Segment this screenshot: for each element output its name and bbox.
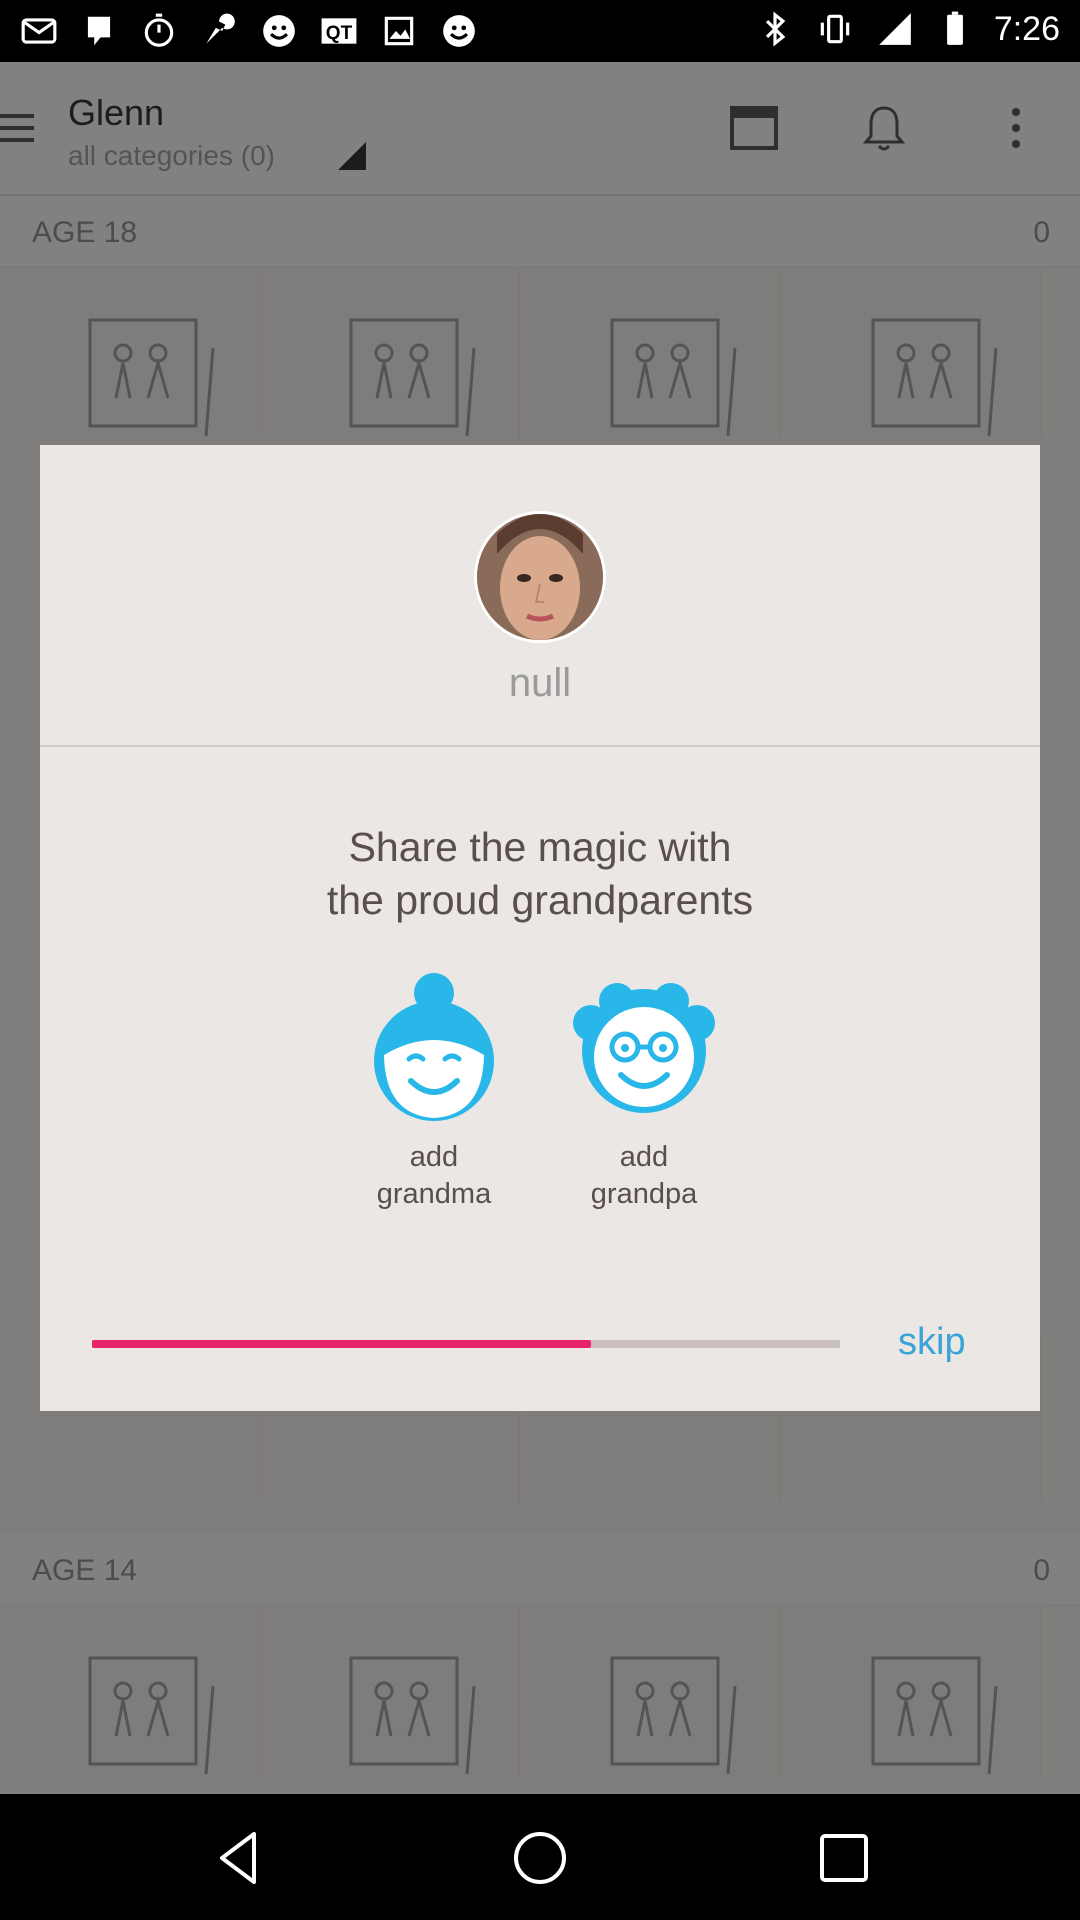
grandma-icon [374, 973, 494, 1121]
vibrate-icon [814, 8, 856, 50]
headline-line: Share the magic with [348, 824, 732, 870]
add-grandpa-button[interactable]: add grandpa [569, 973, 719, 1210]
onboarding-progress-bar [92, 1340, 840, 1348]
add-grandpa-label: add grandpa [569, 1139, 719, 1213]
clock-time: 7:26 [993, 9, 1060, 48]
recents-icon[interactable] [812, 1826, 876, 1890]
bluetooth-icon [754, 8, 796, 50]
dialog-headline: Share the magic with the proud grandpare… [40, 821, 1040, 927]
profile-photo[interactable] [474, 511, 606, 643]
stopwatch-icon [138, 10, 180, 52]
signal-icon [874, 8, 916, 50]
add-grandma-label: add grandma [359, 1139, 509, 1213]
home-icon[interactable] [508, 1826, 572, 1890]
progress-fill [92, 1340, 591, 1348]
share-grandparents-dialog: null Share the magic with the proud gran… [40, 445, 1040, 1411]
smiley-icon [258, 10, 300, 52]
smiley-icon-2 [438, 10, 480, 52]
system-navigation-bar [0, 1794, 1080, 1920]
divider [40, 745, 1040, 747]
back-icon[interactable] [206, 1826, 270, 1890]
svg-text:QT: QT [326, 23, 353, 44]
skip-button[interactable]: skip [898, 1321, 966, 1364]
grandpa-icon [573, 983, 715, 1113]
label-line: add [409, 1141, 459, 1173]
qt-icon: QT [318, 10, 360, 52]
image-icon [378, 10, 420, 52]
battery-icon [934, 8, 976, 50]
label-line: add [619, 1141, 669, 1173]
status-bar: QT 7:26 [0, 0, 1080, 62]
label-line: grandpa [590, 1178, 698, 1210]
label-line: grandma [376, 1178, 492, 1210]
wrench-icon [198, 10, 240, 52]
gmail-icon [18, 10, 60, 52]
hangouts-icon [78, 10, 120, 52]
profile-name: null [508, 661, 572, 705]
headline-line: the proud grandparents [326, 877, 754, 923]
face-avatar-icon [477, 514, 603, 640]
add-grandma-button[interactable]: add grandma [359, 973, 509, 1210]
